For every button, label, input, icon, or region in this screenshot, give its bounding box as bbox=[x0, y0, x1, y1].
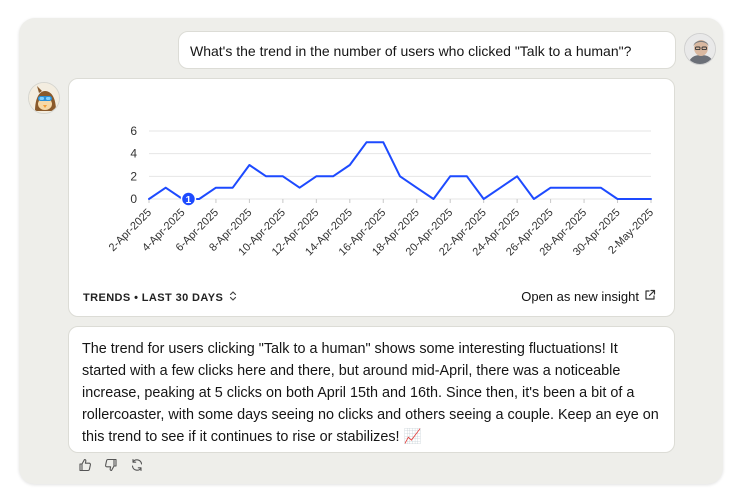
thumbs-down-button[interactable] bbox=[103, 458, 119, 477]
retry-icon bbox=[130, 458, 144, 477]
assistant-avatar bbox=[28, 82, 60, 114]
thumbs-up-button[interactable] bbox=[77, 458, 93, 477]
user-message-bubble: What's the trend in the number of users … bbox=[178, 31, 676, 69]
y-tick-label: 2 bbox=[130, 169, 137, 183]
open-insight-label: Open as new insight bbox=[521, 289, 639, 304]
chart-increasing-emoji: 📈 bbox=[403, 429, 422, 445]
annotation-label: 1 bbox=[186, 195, 192, 206]
y-tick-label: 4 bbox=[130, 147, 137, 161]
answer-text: The trend for users clicking "Talk to a … bbox=[82, 341, 659, 445]
user-message-text: What's the trend in the number of users … bbox=[190, 43, 632, 59]
assistant-answer: The trend for users clicking "Talk to a … bbox=[68, 326, 675, 453]
series-line bbox=[148, 141, 652, 200]
date-range-label: TRENDS • LAST 30 DAYS bbox=[83, 291, 224, 304]
message-actions bbox=[77, 458, 145, 477]
y-tick-label: 6 bbox=[130, 124, 137, 138]
thumbs-down-icon bbox=[104, 458, 118, 477]
date-range-selector[interactable]: TRENDS • LAST 30 DAYS bbox=[83, 290, 239, 305]
external-link-icon bbox=[644, 289, 656, 304]
y-tick-label: 0 bbox=[130, 192, 137, 206]
trend-chart: 02462-Apr-20254-Apr-20256-Apr-20258-Apr-… bbox=[107, 124, 656, 258]
thumbs-up-icon bbox=[78, 458, 92, 477]
chevron-updown-icon bbox=[227, 290, 239, 305]
trend-chart-card: 0 2 4 6 2-Apr-2025 4-Apr-2025 6-Apr-2025 8-Apr-… bbox=[68, 78, 675, 317]
chat-panel: What's the trend in the number of users … bbox=[19, 18, 723, 484]
user-avatar bbox=[684, 33, 716, 65]
retry-button[interactable] bbox=[129, 458, 145, 477]
open-as-new-insight-link[interactable]: Open as new insight bbox=[521, 289, 656, 304]
